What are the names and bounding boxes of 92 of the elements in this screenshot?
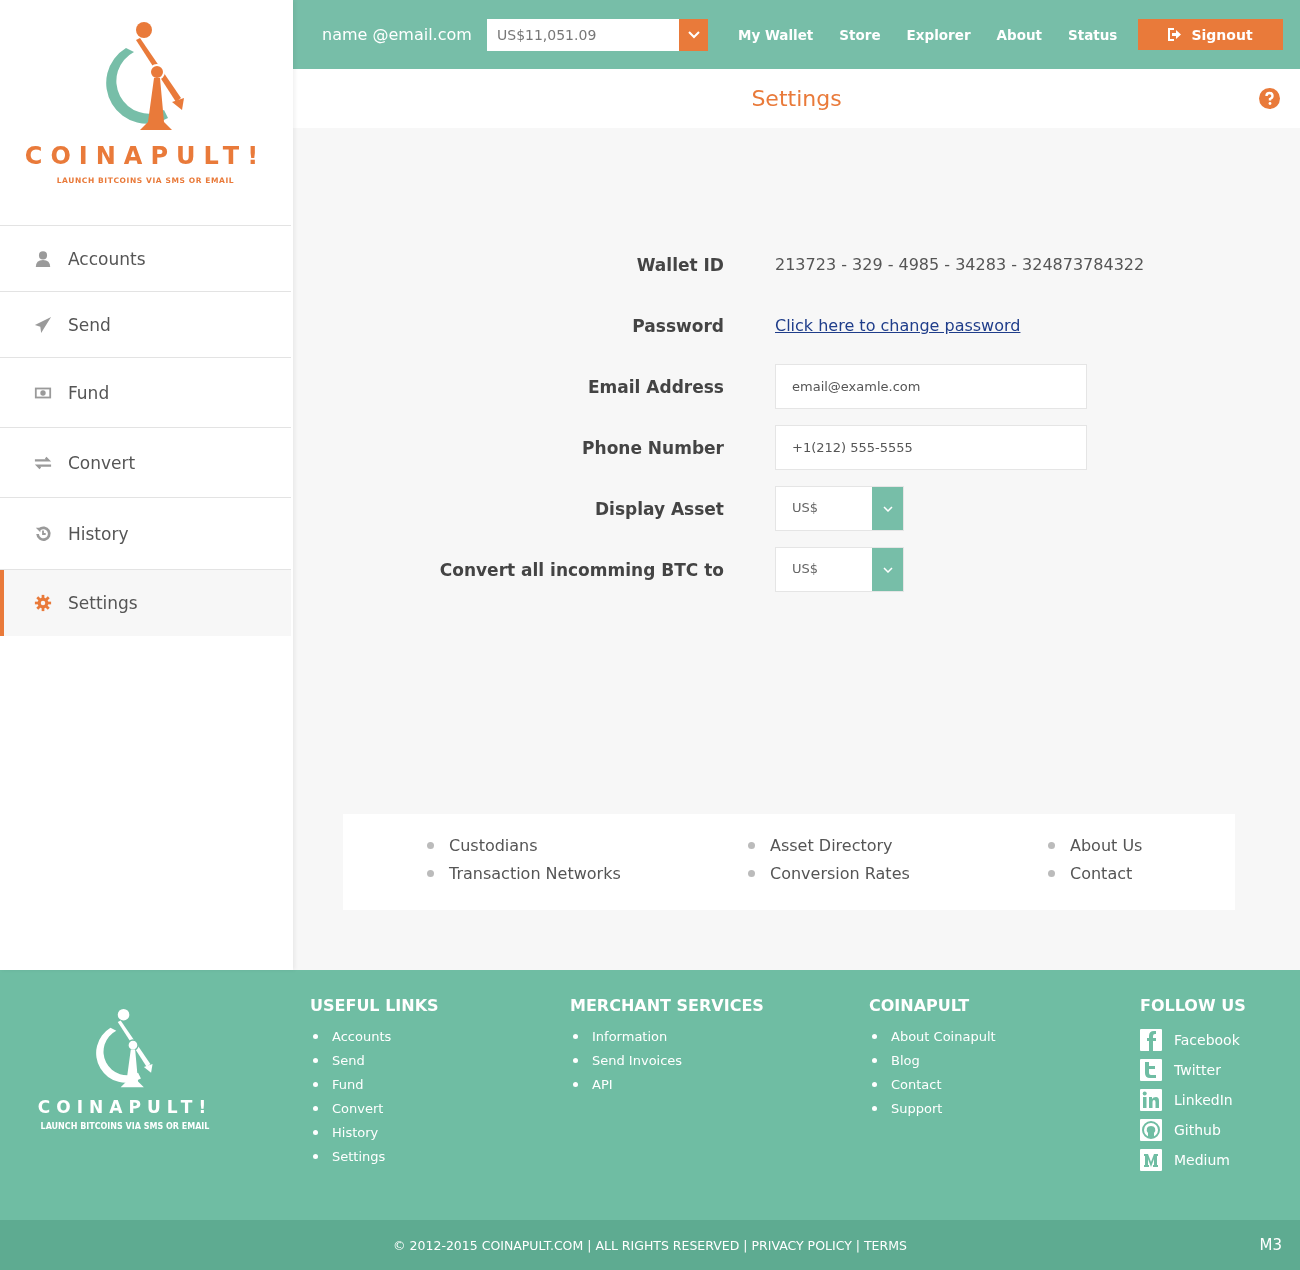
medium-icon xyxy=(1140,1149,1162,1171)
paper-plane-icon xyxy=(34,315,52,334)
footer-link[interactable]: Conversion Rates xyxy=(770,864,910,883)
version-label: M3 xyxy=(1259,1236,1282,1254)
asset-select[interactable]: US$ xyxy=(775,486,904,531)
footer-link[interactable]: Asset Directory xyxy=(770,836,893,855)
linkedin-icon xyxy=(1140,1089,1162,1111)
footer-link[interactable]: Support xyxy=(891,1101,943,1116)
footer-link[interactable]: Contact xyxy=(1070,864,1133,883)
bullet-dot xyxy=(748,870,755,877)
bullet-dot xyxy=(872,1082,877,1087)
bullet-dot xyxy=(313,1082,318,1087)
input-field[interactable]: +1(212) 555-5555 xyxy=(775,425,1087,470)
bullet-dot xyxy=(573,1082,578,1087)
balance-select[interactable]: US$11,051.09 xyxy=(487,18,708,51)
field-label: Wallet ID xyxy=(635,254,724,275)
social-link[interactable]: Facebook xyxy=(1174,1032,1240,1048)
nav-link[interactable]: My Wallet xyxy=(738,26,814,43)
nav-link[interactable]: Status xyxy=(1068,26,1118,43)
footer-link[interactable]: Blog xyxy=(891,1053,920,1068)
bullet-dot xyxy=(1048,870,1055,877)
history-icon xyxy=(34,524,52,543)
sidebar-item[interactable]: Convert xyxy=(0,428,291,498)
bullet-dot xyxy=(427,842,434,849)
field-label: Convert all incomming BTC to xyxy=(438,559,724,580)
gear-icon xyxy=(34,594,52,612)
footer-link[interactable]: Send Invoices xyxy=(592,1053,683,1068)
social-link[interactable]: Twitter xyxy=(1174,1062,1221,1078)
change-password-link[interactable]: Click here to change password xyxy=(775,316,1021,335)
social-link[interactable]: Github xyxy=(1174,1122,1221,1138)
sidebar-item[interactable]: Settings xyxy=(0,570,291,636)
help-icon[interactable] xyxy=(1259,88,1280,109)
bullet-dot xyxy=(872,1106,877,1111)
brand-name: COINAPULT! xyxy=(24,142,267,170)
footer-link[interactable]: History xyxy=(332,1125,379,1140)
footer-link[interactable]: Send xyxy=(332,1053,365,1068)
nav-link[interactable]: About xyxy=(996,26,1042,43)
sign-out-icon xyxy=(1168,28,1183,41)
bullet-dot xyxy=(313,1058,318,1063)
wallet-id: 213723 - 329 - 4985 - 34283 - 324873784322 xyxy=(775,255,1145,274)
footer-heading: MERCHANT SERVICES xyxy=(570,996,765,1015)
bullet-dot xyxy=(748,842,755,849)
signout-button[interactable]: Signout xyxy=(1138,19,1283,50)
chevron-down-icon xyxy=(882,566,893,573)
sidebar-item[interactable]: Accounts xyxy=(0,226,291,292)
footer-link[interactable]: API xyxy=(592,1077,613,1092)
chevron-down-icon xyxy=(882,505,893,512)
footer-link[interactable]: Convert xyxy=(332,1101,384,1116)
bullet-dot xyxy=(427,870,434,877)
footer-link[interactable]: About Coinapult xyxy=(891,1029,996,1044)
brand-tagline: LAUNCH BITCOINS VIA SMS OR EMAIL xyxy=(40,1122,210,1131)
bullet-dot xyxy=(313,1154,318,1159)
bullet-dot xyxy=(313,1130,318,1135)
footer-link[interactable]: Contact xyxy=(891,1077,942,1092)
footer-link[interactable]: Transaction Networks xyxy=(449,864,621,883)
bullet-dot xyxy=(573,1034,578,1039)
copyright-text: © 2012-2015 COINAPULT.COM | ALL RIGHTS RESERVED | PRIVACY POLICY | TERMS xyxy=(393,1237,907,1253)
bullet-dot xyxy=(573,1058,578,1063)
user-email: name @email.com xyxy=(322,25,473,44)
nav-link[interactable]: Store xyxy=(839,26,881,43)
social-link[interactable]: LinkedIn xyxy=(1174,1092,1233,1108)
footer-heading: USEFUL LINKS xyxy=(310,996,440,1015)
footer-heading: COINAPULT xyxy=(869,996,971,1015)
nav-link[interactable]: Explorer xyxy=(906,26,971,43)
sidebar-item[interactable]: Send xyxy=(0,292,291,358)
field-label: Password xyxy=(631,315,724,336)
footer-heading: FOLLOW US xyxy=(1140,996,1246,1015)
bullet-dot xyxy=(1048,842,1055,849)
bullet-dot xyxy=(872,1034,877,1039)
social-link[interactable]: Medium xyxy=(1174,1152,1230,1168)
footer-link[interactable]: Fund xyxy=(332,1077,364,1092)
footer-link[interactable]: Accounts xyxy=(332,1029,392,1044)
footer-link[interactable]: Custodians xyxy=(449,836,538,855)
chevron-down-icon xyxy=(687,30,700,39)
field-label: Display Asset xyxy=(593,498,724,519)
facebook-icon xyxy=(1140,1029,1162,1051)
bullet-dot xyxy=(313,1034,318,1039)
field-label: Email Address xyxy=(586,376,724,397)
asset-select[interactable]: US$ xyxy=(775,547,904,592)
footer-link[interactable]: About Us xyxy=(1070,836,1143,855)
user-icon xyxy=(34,249,52,268)
sidebar-item[interactable]: Fund xyxy=(0,358,291,428)
github-icon xyxy=(1140,1119,1162,1141)
input-field[interactable]: email@examle.com xyxy=(775,364,1087,409)
field-label: Phone Number xyxy=(581,437,724,458)
bullet-dot xyxy=(872,1058,877,1063)
twitter-icon xyxy=(1140,1059,1162,1081)
bullet-dot xyxy=(313,1106,318,1111)
footer-link[interactable]: Settings xyxy=(332,1149,386,1164)
page-title: Settings xyxy=(751,86,842,111)
brand-name: COINAPULT! xyxy=(37,1097,213,1117)
footer-link[interactable]: Information xyxy=(592,1029,668,1044)
